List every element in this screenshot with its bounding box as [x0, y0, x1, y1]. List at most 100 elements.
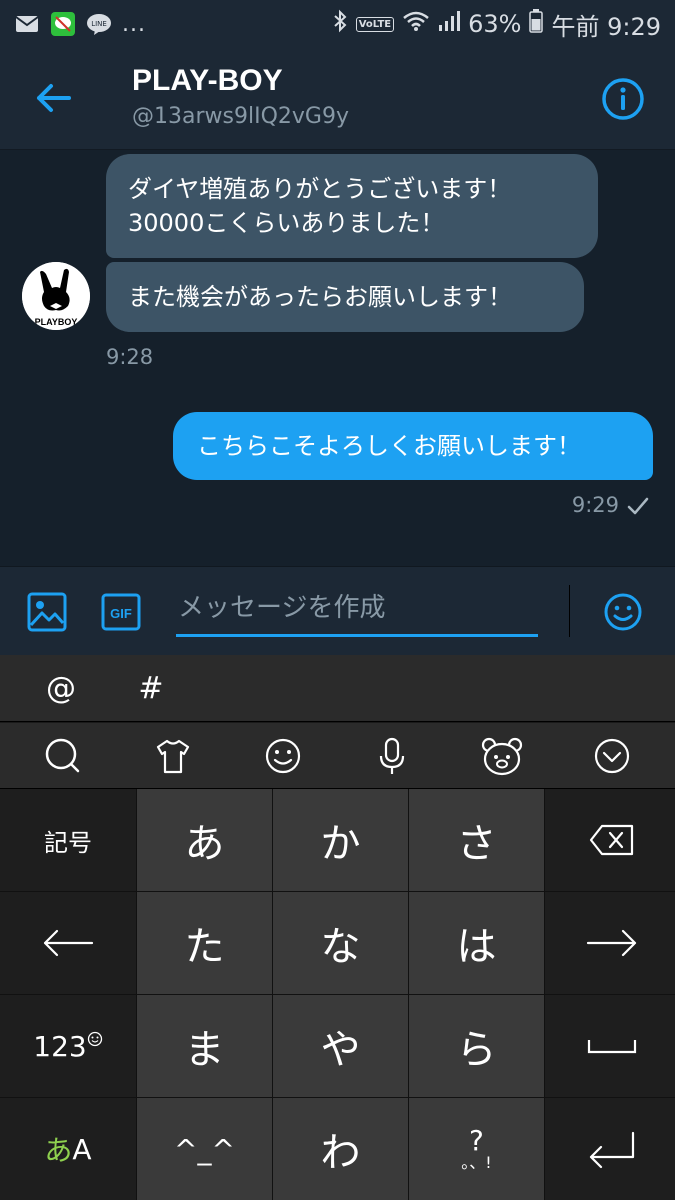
composer-divider — [569, 585, 570, 637]
hash-key[interactable]: # — [106, 655, 196, 721]
space-key[interactable] — [545, 995, 675, 1097]
emoji-button[interactable] — [602, 591, 644, 633]
wifi-icon — [402, 10, 430, 38]
incoming-message[interactable]: また機会があったらお願いします！ — [106, 262, 584, 332]
conversation-handle: @13arws9lIQ2vG9y — [132, 104, 349, 129]
signal-icon — [438, 10, 461, 38]
key-ka[interactable]: か — [273, 789, 408, 891]
image-button[interactable] — [26, 591, 68, 633]
message-text: こちらこそよろしくお願いします！ — [197, 432, 581, 460]
message-list[interactable]: ダイヤ増殖ありがとうございます！ 30000こくらいありました！ PLAYBOY… — [0, 150, 675, 566]
key-label: や — [320, 1027, 361, 1073]
battery-icon — [529, 9, 544, 39]
backspace-icon — [589, 824, 634, 856]
symbols-key[interactable]: 記号 — [0, 789, 136, 891]
key-a[interactable]: あ — [137, 789, 272, 891]
theme-button[interactable] — [148, 731, 198, 781]
mail-icon — [14, 13, 40, 35]
back-button[interactable] — [28, 76, 78, 120]
emoji-keyboard-button[interactable] — [258, 731, 308, 781]
smiley-icon — [87, 1031, 102, 1047]
key-wa[interactable]: わ — [273, 1098, 408, 1200]
key-ya[interactable]: や — [273, 995, 408, 1097]
numbers-key[interactable]: 123 — [0, 995, 136, 1097]
key-ha[interactable]: は — [409, 892, 544, 994]
space-icon — [587, 1040, 637, 1054]
key-label: あ — [44, 1134, 73, 1167]
line-notification-icon: LINE — [86, 13, 112, 35]
clock: 午前 9:29 — [551, 12, 661, 41]
key-ta[interactable]: た — [137, 892, 272, 994]
key-label: 。、! — [461, 1153, 492, 1172]
key-ra[interactable]: ら — [409, 995, 544, 1097]
message-text: また機会があったらお願いします！ — [128, 283, 512, 311]
key-label: 記号 — [44, 828, 92, 857]
chevron-down-icon — [594, 738, 630, 773]
search-bubble-icon — [45, 738, 80, 772]
cursor-left-key[interactable] — [0, 892, 136, 994]
message-timestamp: 9:29 — [571, 493, 619, 517]
key-label: わ — [320, 1130, 361, 1176]
input-mode-key[interactable]: あA — [0, 1098, 136, 1200]
info-button[interactable] — [599, 75, 647, 123]
sticker-button[interactable] — [477, 731, 527, 781]
gif-icon: GIF — [101, 593, 141, 631]
outgoing-message[interactable]: こちらこそよろしくお願いします！ — [173, 412, 653, 480]
bluetooth-icon — [332, 9, 348, 39]
key-label: ら — [456, 1027, 497, 1073]
smiley-icon — [604, 593, 642, 631]
key-label: あ — [184, 821, 225, 867]
playboy-logo: PLAYBOY — [22, 262, 90, 330]
key-label: ま — [184, 1027, 225, 1073]
avatar[interactable]: PLAYBOY — [22, 262, 90, 330]
status-bar: LINE ... VoLTE 63% 午前 9:29 — [0, 0, 675, 48]
key-label: は — [456, 924, 497, 970]
conversation-header: PLAY-BOY @13arws9lIQ2vG9y — [0, 48, 675, 150]
message-composer: GIF — [0, 566, 675, 655]
arrow-right-icon — [586, 929, 637, 957]
message-text: ダイヤ増殖ありがとうございます！ — [128, 175, 512, 203]
bear-icon — [482, 737, 523, 775]
key-label: 123 — [33, 1029, 87, 1063]
key-label: ? — [469, 1124, 484, 1157]
key-label: さ — [456, 821, 497, 867]
svg-text:LINE: LINE — [91, 20, 107, 28]
gif-button[interactable]: GIF — [100, 591, 142, 633]
arrow-left-icon — [37, 84, 71, 112]
more-notifications: ... — [122, 11, 146, 37]
volte-badge: VoLTE — [355, 16, 395, 32]
conversation-title[interactable]: PLAY-BOY — [132, 64, 283, 98]
key-label: A — [72, 1132, 92, 1166]
key-ma[interactable]: ま — [137, 995, 272, 1097]
kaomoji-key[interactable]: ^_^ — [137, 1098, 272, 1200]
smiley-icon — [265, 738, 300, 773]
checkmark-icon — [627, 497, 649, 515]
enter-icon — [589, 1131, 635, 1169]
message-timestamp: 9:28 — [106, 345, 154, 369]
punctuation-key[interactable]: ? 。、! — [409, 1098, 544, 1200]
message-input[interactable] — [176, 581, 538, 637]
svg-text:GIF: GIF — [110, 606, 132, 621]
microphone-icon — [380, 737, 405, 774]
search-button[interactable] — [38, 731, 88, 781]
enter-key[interactable] — [545, 1098, 675, 1200]
keyboard-toolbar — [0, 722, 675, 788]
keyboard-keys: 記号 あ か さ た な は 123 ま や ら あA ^_^ わ ? 。、! — [0, 789, 675, 1200]
key-label: た — [184, 924, 225, 970]
at-key[interactable]: @ — [16, 655, 106, 721]
key-label: か — [320, 821, 361, 867]
message-text: 30000こくらいありました！ — [128, 209, 445, 237]
battery-percent: 63% — [468, 10, 522, 38]
key-na[interactable]: な — [273, 892, 408, 994]
keyboard-symbol-row: @ # — [0, 655, 675, 721]
tshirt-icon — [156, 739, 189, 773]
svg-text:PLAYBOY: PLAYBOY — [35, 317, 78, 327]
backspace-key[interactable] — [545, 789, 675, 891]
cursor-right-key[interactable] — [545, 892, 675, 994]
voice-input-button[interactable] — [367, 731, 417, 781]
key-sa[interactable]: さ — [409, 789, 544, 891]
hide-keyboard-button[interactable] — [587, 731, 637, 781]
info-icon — [602, 78, 644, 120]
key-label: な — [320, 924, 361, 970]
incoming-message[interactable]: ダイヤ増殖ありがとうございます！ 30000こくらいありました！ — [106, 154, 598, 258]
